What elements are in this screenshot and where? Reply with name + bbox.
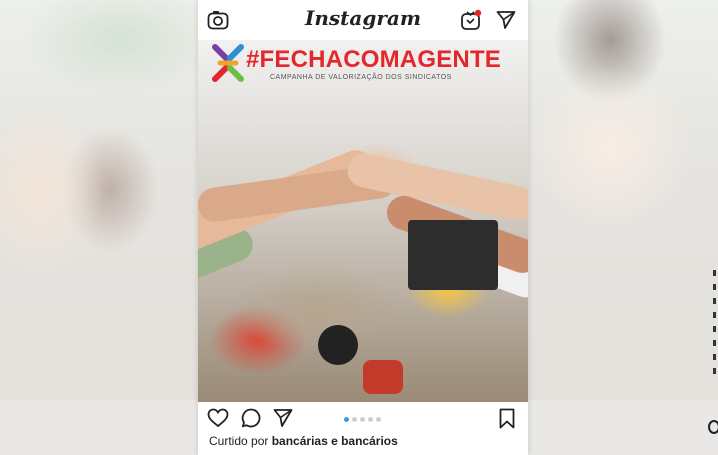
photo-detail	[408, 220, 498, 290]
carousel-dot	[368, 417, 373, 422]
post-photo[interactable]	[198, 40, 528, 402]
carousel-dot	[360, 417, 365, 422]
carousel-dot	[352, 417, 357, 422]
instagram-post-card: Instagram #FECHACOMAGENTE CAMPANHA DE VA…	[198, 0, 528, 455]
direct-message-icon[interactable]	[496, 10, 516, 30]
likes-text: Curtido por bancárias e bancários	[209, 434, 398, 448]
bookmark-icon[interactable]	[499, 408, 515, 429]
post-actions-bar: Curtido por bancárias e bancários	[198, 402, 528, 455]
edge-decoration	[713, 270, 716, 380]
igtv-icon[interactable]	[460, 9, 482, 31]
comment-icon[interactable]	[241, 408, 261, 428]
likes-prefix: Curtido por	[209, 434, 269, 448]
campaign-subtitle: CAMPANHA DE VALORIZAÇÃO DOS SINDICATOS	[270, 74, 452, 81]
photo-detail	[318, 325, 358, 365]
campaign-hashtag: #FECHACOMAGENTE	[246, 46, 502, 73]
carousel-indicator	[344, 417, 381, 422]
photo-detail	[363, 360, 403, 394]
share-icon[interactable]	[273, 408, 293, 428]
heart-icon[interactable]	[207, 408, 229, 428]
likes-names[interactable]: bancárias e bancários	[272, 434, 398, 448]
carousel-dot	[344, 417, 349, 422]
carousel-dot	[376, 417, 381, 422]
campaign-banner: #FECHACOMAGENTE CAMPANHA DE VALORIZAÇÃO …	[212, 44, 512, 86]
top-bar: Instagram	[198, 0, 528, 40]
campaign-logo-icon	[212, 44, 244, 82]
edge-circle-icon	[708, 420, 718, 434]
